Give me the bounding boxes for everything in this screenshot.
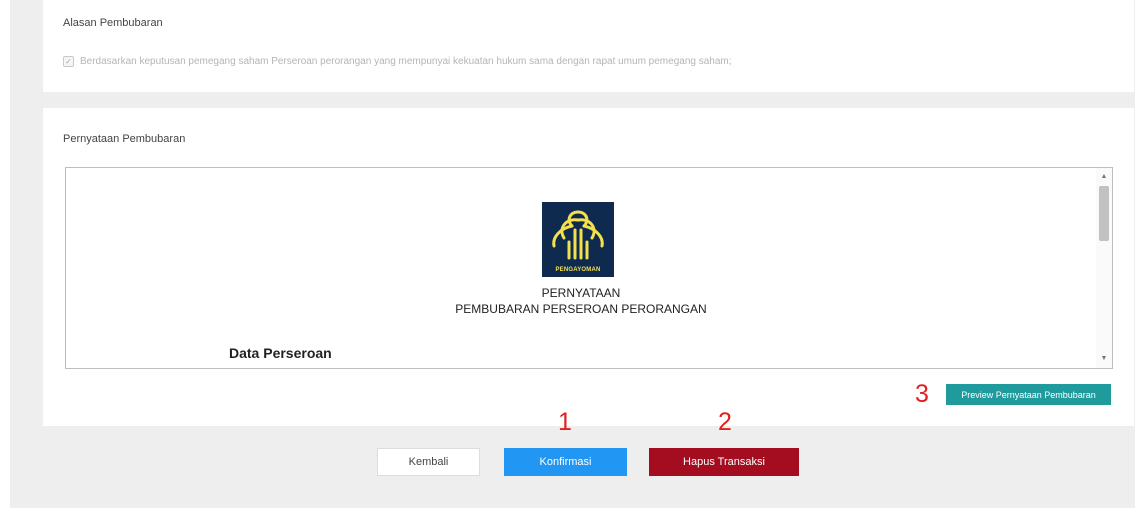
delete-transaction-button[interactable]: Hapus Transaksi	[649, 448, 799, 476]
reason-checkbox-row: ✓ Berdasarkan keputusan pemegang saham P…	[63, 56, 732, 67]
preview-statement-button[interactable]: Preview Pernyataan Pembubaran	[946, 384, 1111, 405]
check-icon: ✓	[65, 56, 72, 66]
annotation-marker-1: 1	[558, 408, 572, 436]
annotation-marker-2: 2	[718, 408, 732, 436]
document-heading-line1: PERNYATAAN	[541, 286, 621, 300]
page-background: Alasan Pembubaran ✓ Berdasarkan keputusa…	[10, 0, 1135, 508]
confirm-button[interactable]: Konfirmasi	[504, 448, 627, 476]
document-section-heading: Data Perseroan	[229, 345, 332, 361]
statement-document-viewer[interactable]: PENGAYOMAN PERNYATAAN PEMBUBARAN PERSERO…	[65, 167, 1113, 369]
reason-title: Alasan Pembubaran	[63, 17, 163, 29]
triangle-up-icon[interactable]: ▲	[1096, 170, 1112, 184]
statement-title: Pernyataan Pembubaran	[63, 133, 186, 145]
reason-checkbox-label: Berdasarkan keputusan pemegang saham Per…	[80, 56, 732, 67]
reason-card: Alasan Pembubaran ✓ Berdasarkan keputusa…	[43, 0, 1134, 92]
reason-checkbox[interactable]: ✓	[63, 56, 74, 67]
logo-caption: PENGAYOMAN	[555, 267, 601, 273]
statement-card: Pernyataan Pembubaran PENGAYOMAN PERNYAT…	[43, 108, 1134, 426]
scroll-thumb[interactable]	[1099, 186, 1109, 241]
pengayoman-tree-icon: PENGAYOMAN	[542, 202, 614, 277]
back-button[interactable]: Kembali	[377, 448, 480, 476]
annotation-marker-3: 3	[915, 380, 929, 408]
document-scrollbar[interactable]: ▲ ▼	[1096, 168, 1112, 368]
document-heading-line2: PEMBUBARAN PERSEROAN PERORANGAN	[455, 302, 707, 316]
triangle-down-icon[interactable]: ▼	[1096, 352, 1112, 366]
